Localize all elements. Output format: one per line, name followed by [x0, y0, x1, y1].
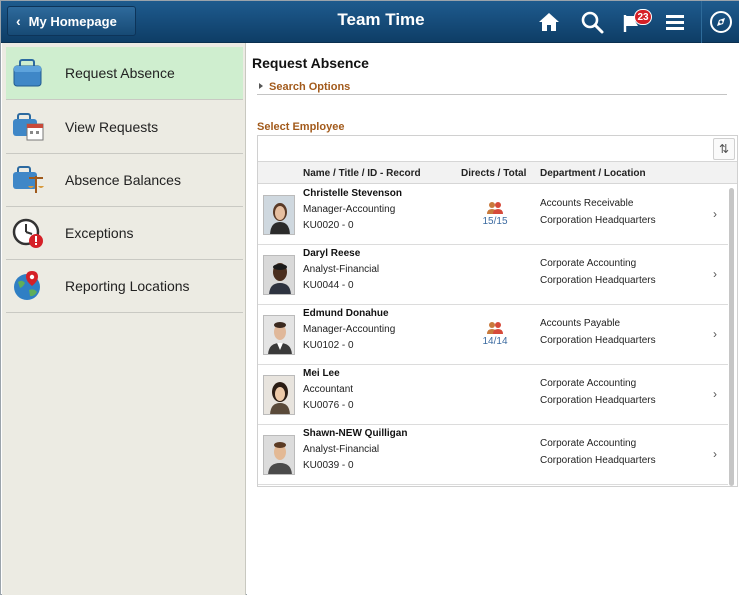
calendar-briefcase-icon [13, 113, 44, 141]
grid-toolbar: ⇅ [258, 136, 737, 162]
chevron-right-icon[interactable]: › [713, 207, 717, 221]
main-content: Request Absence Search Options Select Em… [247, 43, 739, 595]
department: Accounts Receivable [540, 198, 634, 209]
employee-title: Manager-Accounting [303, 324, 396, 335]
directs-total[interactable]: 14/14 [480, 321, 510, 347]
header-bar: ‹ My Homepage Team Time 23 [1, 1, 739, 43]
location: Corporation Headquarters [540, 395, 656, 406]
sidebar-nav: Request Absence View Requests Absence Ba… [2, 43, 246, 595]
sidebar-item-label: Reporting Locations [65, 278, 190, 294]
divider [257, 94, 727, 95]
employee-id: KU0102 - 0 [303, 340, 354, 351]
location: Corporation Headquarters [540, 275, 656, 286]
department: Corporate Accounting [540, 258, 637, 269]
grid-column-headers: Name / Title / ID - Record Directs / Tot… [258, 162, 737, 184]
sidebar-item-view-requests[interactable]: View Requests [6, 101, 243, 154]
employee-photo [263, 195, 295, 235]
scales-briefcase-icon [13, 166, 44, 193]
employee-photo [263, 255, 295, 295]
directs-total[interactable]: 15/15 [480, 201, 510, 227]
employee-photo [263, 375, 295, 415]
sidebar-item-label: View Requests [65, 119, 159, 135]
select-employee-label: Select Employee [257, 121, 345, 133]
employee-title: Manager-Accounting [303, 204, 396, 215]
employee-id: KU0039 - 0 [303, 460, 354, 471]
my-homepage-button[interactable]: ‹ My Homepage [7, 6, 136, 36]
chevron-right-icon[interactable]: › [713, 327, 717, 341]
directs-count: 14/14 [482, 336, 508, 347]
expand-triangle-icon [259, 83, 263, 89]
briefcase-icon [13, 59, 42, 87]
employee-name: Edmund Donahue [303, 308, 389, 319]
employee-name: Christelle Stevenson [303, 188, 402, 199]
sort-arrows-icon: ⇅ [718, 142, 730, 156]
employee-id: KU0044 - 0 [303, 280, 354, 291]
employee-name: Mei Lee [303, 368, 340, 379]
grid-scrollbar[interactable] [729, 186, 735, 486]
home-icon[interactable] [536, 9, 562, 35]
app-frame: ‹ My Homepage Team Time 23 Request Absen… [0, 0, 739, 595]
location: Corporation Headquarters [540, 335, 656, 346]
search-options-label: Search Options [269, 81, 351, 93]
chevron-right-icon[interactable]: › [713, 387, 717, 401]
page-title: Request Absence [252, 55, 369, 71]
table-row[interactable]: Shawn-NEW Quilligan Analyst-Financial KU… [258, 425, 728, 485]
sort-button[interactable]: ⇅ [713, 138, 735, 160]
search-icon[interactable] [579, 9, 605, 35]
navbar-compass-icon[interactable] [708, 9, 734, 35]
location: Corporation Headquarters [540, 215, 656, 226]
sidebar-item-reporting-locations[interactable]: Reporting Locations [6, 260, 243, 313]
sidebar-item-label: Absence Balances [65, 172, 181, 188]
sidebar-item-absence-balances[interactable]: Absence Balances [6, 154, 243, 207]
department: Corporate Accounting [540, 378, 637, 389]
search-options-toggle[interactable]: Search Options [259, 81, 350, 93]
chevron-right-icon[interactable]: › [713, 447, 717, 461]
table-row[interactable]: Christelle Stevenson Manager-Accounting … [258, 185, 728, 245]
column-header-department: Department / Location [540, 168, 646, 179]
sidebar-item-exceptions[interactable]: Exceptions [6, 207, 243, 260]
notification-count-badge: 23 [634, 9, 652, 25]
employee-photo [263, 315, 295, 355]
column-header-name: Name / Title / ID - Record [303, 168, 421, 179]
table-row[interactable]: Daryl Reese Analyst-Financial KU0044 - 0… [258, 245, 728, 305]
column-header-directs: Directs / Total [461, 168, 527, 179]
employee-name: Daryl Reese [303, 248, 361, 259]
table-row[interactable]: Edmund Donahue Manager-Accounting KU0102… [258, 305, 728, 365]
department: Accounts Payable [540, 318, 621, 329]
clock-alert-icon [12, 218, 43, 248]
sidebar-item-label: Exceptions [65, 225, 134, 241]
my-homepage-label: My Homepage [28, 13, 117, 29]
sidebar-item-request-absence[interactable]: Request Absence [6, 47, 243, 100]
scrollbar-thumb[interactable] [729, 188, 734, 486]
page-header-title: Team Time [337, 10, 425, 29]
header-divider [701, 1, 702, 43]
employee-id: KU0020 - 0 [303, 220, 354, 231]
employee-grid: ⇅ Name / Title / ID - Record Directs / T… [257, 135, 738, 487]
department: Corporate Accounting [540, 438, 637, 449]
employee-photo [263, 435, 295, 475]
globe-pin-icon [14, 271, 40, 300]
menu-icon[interactable] [662, 9, 688, 35]
chevron-left-icon: ‹ [16, 13, 21, 29]
employee-id: KU0076 - 0 [303, 400, 354, 411]
employee-title: Accountant [303, 384, 354, 395]
location: Corporation Headquarters [540, 455, 656, 466]
chevron-right-icon[interactable]: › [713, 267, 717, 281]
people-icon [487, 202, 503, 214]
directs-count: 15/15 [482, 216, 508, 227]
people-icon [487, 322, 503, 334]
table-row[interactable]: Mei Lee Accountant KU0076 - 0 Corporate … [258, 365, 728, 425]
sidebar-item-label: Request Absence [65, 65, 175, 81]
employee-title: Analyst-Financial [303, 444, 380, 455]
employee-title: Analyst-Financial [303, 264, 380, 275]
employee-name: Shawn-NEW Quilligan [303, 428, 408, 439]
